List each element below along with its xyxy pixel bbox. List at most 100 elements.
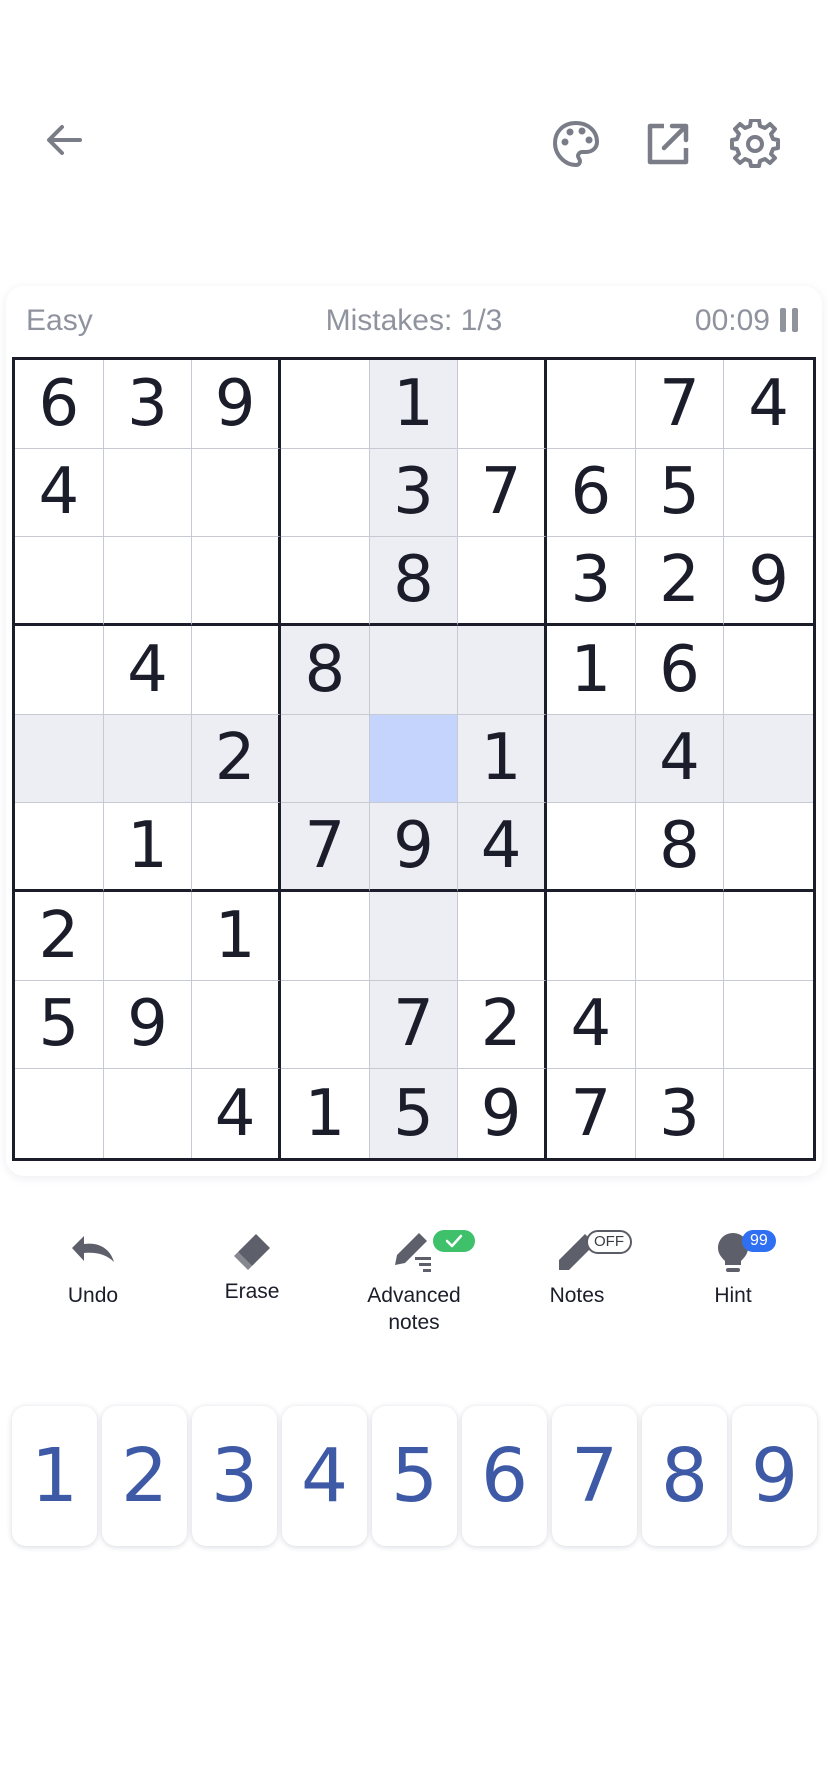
- number-key[interactable]: 5: [372, 1406, 457, 1546]
- sudoku-cell[interactable]: 7: [635, 360, 725, 449]
- sudoku-cell[interactable]: [724, 981, 813, 1070]
- sudoku-cell[interactable]: 1: [458, 714, 547, 804]
- sudoku-cell[interactable]: 2: [635, 537, 725, 626]
- sudoku-cell[interactable]: 9: [192, 360, 281, 449]
- undo-button[interactable]: Undo: [18, 1222, 168, 1309]
- sudoku-cell[interactable]: 6: [15, 360, 104, 449]
- sudoku-cell[interactable]: 1: [103, 803, 193, 892]
- number-key[interactable]: 7: [552, 1406, 637, 1546]
- sudoku-cell[interactable]: 8: [280, 625, 370, 715]
- sudoku-cell[interactable]: [103, 537, 193, 626]
- sudoku-cell[interactable]: [103, 448, 193, 538]
- sudoku-cell[interactable]: [546, 360, 636, 449]
- sudoku-cell[interactable]: 4: [103, 625, 193, 715]
- sudoku-cell[interactable]: 7: [280, 803, 370, 892]
- number-key[interactable]: 9: [732, 1406, 817, 1546]
- sudoku-cell[interactable]: [724, 449, 813, 538]
- sudoku-cell[interactable]: [546, 803, 636, 892]
- number-key[interactable]: 3: [192, 1406, 277, 1546]
- pause-icon[interactable]: [780, 308, 800, 334]
- sudoku-cell[interactable]: [280, 537, 370, 626]
- number-key[interactable]: 2: [102, 1406, 187, 1546]
- sudoku-cell[interactable]: 4: [458, 803, 547, 892]
- sudoku-cell[interactable]: 4: [546, 980, 636, 1070]
- sudoku-cell[interactable]: 9: [369, 803, 459, 892]
- sudoku-cell[interactable]: 6: [635, 625, 725, 715]
- sudoku-cell[interactable]: 4: [192, 1069, 281, 1158]
- sudoku-cell[interactable]: 6: [546, 448, 636, 538]
- sudoku-cell[interactable]: 7: [547, 1069, 636, 1158]
- number-key[interactable]: 4: [282, 1406, 367, 1546]
- sudoku-cell[interactable]: 1: [546, 625, 636, 715]
- sudoku-cell[interactable]: [724, 1069, 813, 1158]
- sudoku-cell[interactable]: 4: [15, 448, 104, 538]
- sudoku-cell[interactable]: [192, 803, 281, 892]
- sudoku-cell[interactable]: [458, 891, 547, 981]
- sudoku-cell[interactable]: 1: [192, 891, 281, 981]
- sudoku-cell[interactable]: [15, 714, 104, 804]
- sudoku-cell[interactable]: [724, 892, 813, 981]
- sudoku-cell[interactable]: [192, 625, 281, 715]
- number-key[interactable]: 1: [12, 1406, 97, 1546]
- sudoku-cell[interactable]: [15, 625, 104, 715]
- sudoku-cell[interactable]: 1: [281, 1069, 370, 1158]
- sudoku-cell[interactable]: 5: [635, 448, 725, 538]
- sudoku-cell[interactable]: [280, 360, 370, 449]
- sudoku-cell[interactable]: 9: [724, 537, 813, 626]
- sudoku-cell[interactable]: [724, 626, 813, 715]
- sudoku-cell[interactable]: [104, 1069, 193, 1158]
- settings-button[interactable]: [719, 108, 791, 180]
- sudoku-cell[interactable]: [724, 714, 813, 804]
- sudoku-cell[interactable]: [546, 714, 636, 804]
- sudoku-cell[interactable]: 1: [369, 360, 459, 449]
- sudoku-cell[interactable]: [724, 803, 813, 892]
- sudoku-cell[interactable]: 3: [369, 448, 459, 538]
- sudoku-cell[interactable]: 5: [369, 1069, 459, 1158]
- sudoku-cell[interactable]: 4: [724, 360, 813, 449]
- sudoku-cell[interactable]: [458, 625, 547, 715]
- sudoku-cell[interactable]: [15, 1069, 104, 1158]
- sudoku-cell[interactable]: [103, 891, 193, 981]
- sudoku-cell[interactable]: 7: [458, 448, 547, 538]
- sudoku-cell[interactable]: [458, 360, 547, 449]
- number-key[interactable]: 8: [642, 1406, 727, 1546]
- theme-button[interactable]: [540, 108, 612, 180]
- sudoku-cell[interactable]: 2: [458, 980, 547, 1070]
- sudoku-cell[interactable]: 7: [369, 980, 459, 1070]
- sudoku-cell[interactable]: 4: [635, 714, 725, 804]
- notes-button[interactable]: OFF Notes: [502, 1222, 652, 1309]
- sudoku-cell[interactable]: 9: [103, 980, 193, 1070]
- sudoku-cell[interactable]: 3: [546, 537, 636, 626]
- sudoku-cell[interactable]: 3: [103, 360, 193, 449]
- sudoku-cell[interactable]: [635, 980, 725, 1070]
- sudoku-cell[interactable]: 8: [635, 803, 725, 892]
- sudoku-cell[interactable]: 9: [458, 1069, 547, 1158]
- sudoku-cell[interactable]: [192, 980, 281, 1070]
- hint-button[interactable]: 99 Hint: [658, 1222, 808, 1309]
- sudoku-cell[interactable]: 2: [192, 714, 281, 804]
- sudoku-cell[interactable]: [15, 803, 104, 892]
- sudoku-cell[interactable]: [458, 537, 547, 626]
- sudoku-cell[interactable]: [369, 714, 459, 804]
- sudoku-cell[interactable]: [280, 714, 370, 804]
- sudoku-cell[interactable]: [192, 537, 281, 626]
- advanced-notes-button[interactable]: Advanced notes: [339, 1222, 489, 1336]
- sudoku-cell[interactable]: [369, 625, 459, 715]
- sudoku-cell[interactable]: [103, 714, 193, 804]
- export-button[interactable]: [632, 108, 704, 180]
- sudoku-cell[interactable]: [635, 891, 725, 981]
- sudoku-cell[interactable]: [546, 891, 636, 981]
- sudoku-cell[interactable]: [280, 891, 370, 981]
- sudoku-cell[interactable]: [280, 980, 370, 1070]
- erase-button[interactable]: Erase: [177, 1222, 327, 1305]
- number-key[interactable]: 6: [462, 1406, 547, 1546]
- sudoku-cell[interactable]: [280, 448, 370, 538]
- sudoku-cell[interactable]: [15, 537, 104, 626]
- sudoku-cell[interactable]: [369, 891, 459, 981]
- sudoku-cell[interactable]: 8: [369, 537, 459, 626]
- sudoku-cell[interactable]: 2: [15, 891, 104, 981]
- back-button[interactable]: [28, 104, 100, 176]
- sudoku-cell[interactable]: 3: [636, 1069, 725, 1158]
- sudoku-cell[interactable]: 5: [15, 980, 104, 1070]
- sudoku-cell[interactable]: [192, 448, 281, 538]
